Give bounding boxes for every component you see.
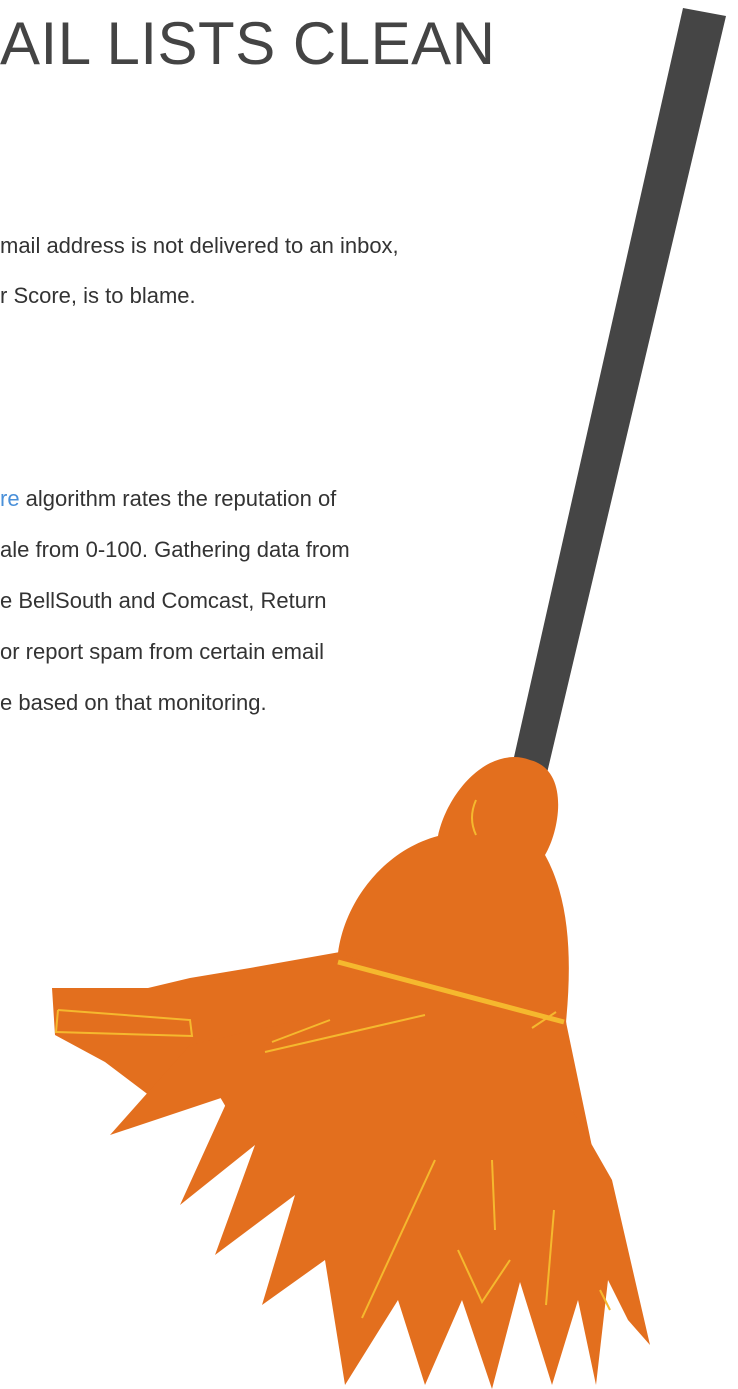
broom-icon: [52, 8, 726, 1389]
broom-strands: [110, 1020, 650, 1389]
